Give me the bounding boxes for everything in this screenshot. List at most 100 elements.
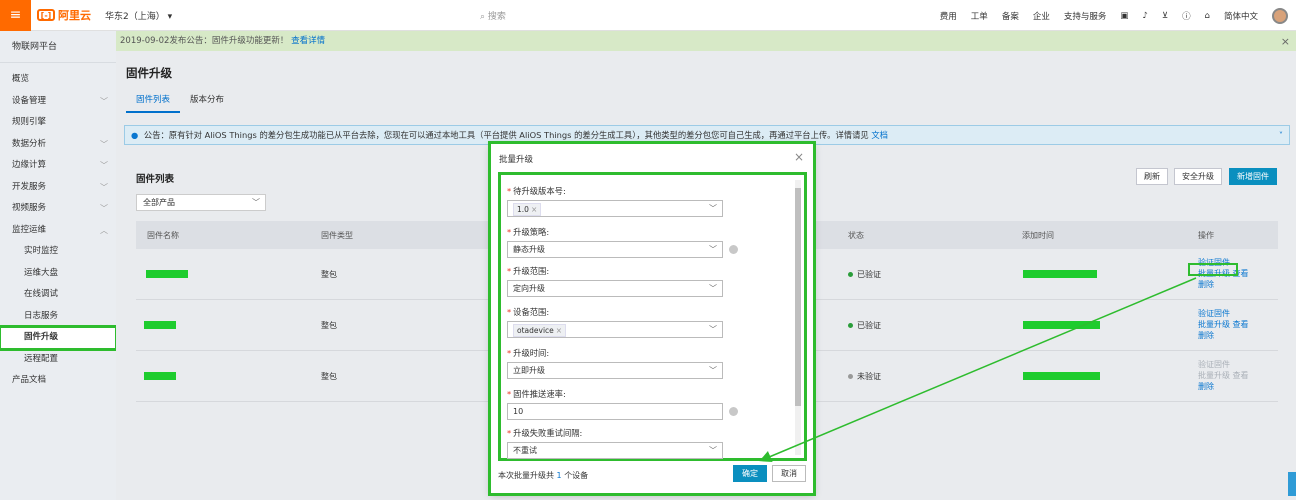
sidebar-subitem-realtime-monitor[interactable]: 实时监控 xyxy=(0,241,116,263)
field-device-scope: * 设备范围: otadevice × ﹀ xyxy=(507,306,797,338)
field-label-text: 设备范围: xyxy=(513,307,550,317)
sidebar-item-device-management[interactable]: 设备管理 ﹀ xyxy=(0,91,116,113)
field-label: * 升级失败重试间隔: xyxy=(507,427,797,439)
push-rate-input[interactable]: 10 xyxy=(507,403,723,420)
field-label-text: 升级策略: xyxy=(513,227,550,237)
floating-help-widget[interactable] xyxy=(1288,472,1296,496)
field-label-text: 升级失败重试间隔: xyxy=(513,428,583,438)
sidebar-item-rule-engine[interactable]: 规则引擎 xyxy=(0,112,116,134)
notice-details-link[interactable]: 查看详情 xyxy=(291,36,325,46)
chevron-down-icon: ﹀ xyxy=(252,198,260,207)
sidebar-item-monitoring[interactable]: 监控运维 ︿ xyxy=(0,220,116,242)
scrollbar-thumb[interactable] xyxy=(795,188,801,406)
status-badge: 已验证 xyxy=(848,320,881,331)
tag-text: otadevice xyxy=(517,326,554,335)
sidebar-item-label: 运维大盘 xyxy=(24,267,59,278)
delete-link[interactable]: 删除 xyxy=(1198,279,1249,290)
upgrade-time-select[interactable]: 立即升级 ﹀ xyxy=(507,362,723,379)
cart-icon[interactable]: ⊻ xyxy=(1162,11,1168,21)
field-upgrade-strategy: * 升级策略: 静态升级 ﹀ xyxy=(507,226,797,258)
redacted-firmware-name xyxy=(144,372,176,380)
field-label: * 升级时间: xyxy=(507,347,797,359)
verify-firmware-link[interactable]: 验证固件 xyxy=(1198,308,1249,319)
sidebar-item-overview[interactable]: 概览 xyxy=(0,69,116,91)
menu-icon[interactable]: ≡ xyxy=(0,0,31,31)
chevron-down-icon[interactable]: ˅ xyxy=(1279,126,1283,144)
home-icon[interactable]: ⌂ xyxy=(1205,11,1210,21)
dialog-scrollbar[interactable] xyxy=(795,180,801,455)
nav-link-support[interactable]: 支持与服务 xyxy=(1064,10,1107,22)
sidebar-subitem-remote-config[interactable]: 远程配置 xyxy=(0,349,116,371)
sidebar-subitem-online-debug[interactable]: 在线调试 xyxy=(0,284,116,306)
logo[interactable]: [-] 阿里云 xyxy=(37,7,91,23)
sidebar-item-product-docs[interactable]: 产品文档 xyxy=(0,370,116,392)
nav-link-ticket[interactable]: 工单 xyxy=(971,10,988,22)
device-scope-select[interactable]: otadevice × ﹀ xyxy=(507,321,723,338)
search-icon: ⌕ xyxy=(480,12,488,22)
terminal-icon[interactable]: ▣ xyxy=(1120,11,1128,21)
help-icon[interactable] xyxy=(729,407,738,416)
sidebar-item-label: 产品文档 xyxy=(12,375,47,385)
tag: otadevice × xyxy=(513,324,567,337)
sidebar-item-label: 视频服务 xyxy=(12,203,47,213)
required-marker: * xyxy=(507,266,512,276)
help-icon[interactable]: ⓘ xyxy=(1182,10,1191,22)
sidebar-item-dev-services[interactable]: 开发服务 ﹀ xyxy=(0,177,116,199)
upgrade-strategy-select[interactable]: 静态升级 ﹀ xyxy=(507,241,723,258)
top-bar: ≡ [-] 阿里云 华东2（上海） ▾ ⌕ 搜索 费用 工单 备案 企业 支持与… xyxy=(0,0,1296,31)
field-label-text: 待升级版本号: xyxy=(513,186,566,196)
retry-interval-select[interactable]: 不重试 ﹀ xyxy=(507,442,723,459)
confirm-button[interactable]: 确定 xyxy=(733,465,767,482)
nav-link-enterprise[interactable]: 企业 xyxy=(1033,10,1050,22)
region-selector[interactable]: 华东2（上海） ▾ xyxy=(105,9,172,22)
tab-firmware-list[interactable]: 固件列表 xyxy=(126,87,181,113)
nav-link-icp[interactable]: 备案 xyxy=(1002,10,1019,22)
column-header-actions: 操作 xyxy=(1198,230,1214,240)
chevron-down-icon: ﹀ xyxy=(100,161,108,170)
upgrade-scope-select[interactable]: 定向升级 ﹀ xyxy=(507,280,723,297)
sidebar-item-edge-computing[interactable]: 边缘计算 ﹀ xyxy=(0,155,116,177)
product-filter-select[interactable]: 全部产品 ﹀ xyxy=(136,194,266,211)
delete-link[interactable]: 删除 xyxy=(1198,330,1249,341)
cancel-button[interactable]: 取消 xyxy=(772,465,806,482)
close-icon[interactable]: × xyxy=(1281,35,1290,48)
tab-version-distribution[interactable]: 版本分布 xyxy=(180,87,234,113)
sidebar-item-video-services[interactable]: 视频服务 ﹀ xyxy=(0,198,116,220)
view-link[interactable]: 查看 xyxy=(1233,320,1249,329)
input-value: 10 xyxy=(513,407,524,416)
close-icon[interactable]: × xyxy=(794,150,804,164)
redacted-firmware-name xyxy=(146,270,188,278)
avatar[interactable] xyxy=(1272,7,1288,24)
verify-firmware-link[interactable]: 验证固件 xyxy=(1198,359,1249,370)
sidebar-item-data-analysis[interactable]: 数据分析 ﹀ xyxy=(0,134,116,156)
tag: 1.0 × xyxy=(513,203,542,216)
sidebar-subitem-firmware-upgrade[interactable]: 固件升级 xyxy=(0,325,118,351)
alert-doc-link[interactable]: 文档 xyxy=(871,130,888,140)
product-filter-value: 全部产品 xyxy=(143,198,175,207)
field-push-rate: * 固件推送速率: 10 xyxy=(507,388,797,420)
sidebar-subitem-ops-dashboard[interactable]: 运维大盘 xyxy=(0,263,116,285)
add-firmware-button[interactable]: 新增固件 xyxy=(1229,168,1277,185)
target-version-select[interactable]: 1.0 × ﹀ xyxy=(507,200,723,217)
batch-upgrade-link-text[interactable]: 批量升级 xyxy=(1198,320,1230,329)
delete-link[interactable]: 删除 xyxy=(1198,381,1249,392)
sidebar-item-label: 规则引擎 xyxy=(12,117,47,127)
notice-text: 2019-09-02发布公告：固件升级功能更新！ xyxy=(120,36,289,46)
bell-icon[interactable]: ♪ xyxy=(1142,11,1147,21)
secure-upgrade-button[interactable]: 安全升级 xyxy=(1174,168,1222,185)
sidebar-item-label: 设备管理 xyxy=(12,95,47,106)
chevron-down-icon: ﹀ xyxy=(100,204,108,213)
chevron-up-icon: ︿ xyxy=(100,225,108,235)
help-icon[interactable] xyxy=(729,245,738,254)
tag-remove-icon[interactable]: × xyxy=(556,326,562,335)
field-label: * 固件推送速率: xyxy=(507,388,797,400)
refresh-button[interactable]: 刷新 xyxy=(1136,168,1168,185)
select-value: 定向升级 xyxy=(513,284,545,293)
search-input[interactable]: ⌕ 搜索 xyxy=(480,9,506,22)
tag-remove-icon[interactable]: × xyxy=(531,205,537,214)
field-label: * 设备范围: xyxy=(507,306,797,318)
sidebar-subitem-log-service[interactable]: 日志服务 xyxy=(0,306,116,328)
language-selector[interactable]: 简体中文 xyxy=(1224,10,1258,22)
field-label-text: 固件推送速率: xyxy=(513,389,566,399)
nav-link-billing[interactable]: 费用 xyxy=(940,10,957,22)
